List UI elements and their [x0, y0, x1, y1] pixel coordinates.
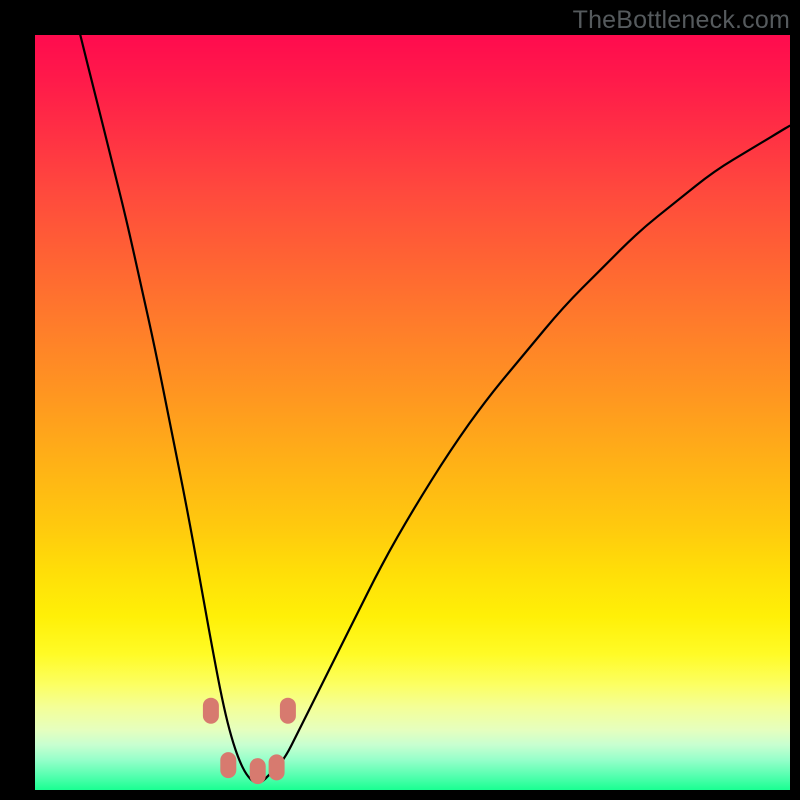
plot-area — [35, 35, 790, 790]
markers-group — [203, 698, 296, 784]
curve-marker-3 — [269, 754, 285, 780]
curve-marker-2 — [250, 758, 266, 784]
watermark-text: TheBottleneck.com — [573, 6, 790, 35]
bottleneck-curve — [80, 35, 790, 783]
curve-marker-4 — [280, 698, 296, 724]
curve-svg — [35, 35, 790, 790]
curve-marker-1 — [220, 752, 236, 778]
chart-frame: TheBottleneck.com — [0, 0, 800, 800]
curve-marker-0 — [203, 698, 219, 724]
